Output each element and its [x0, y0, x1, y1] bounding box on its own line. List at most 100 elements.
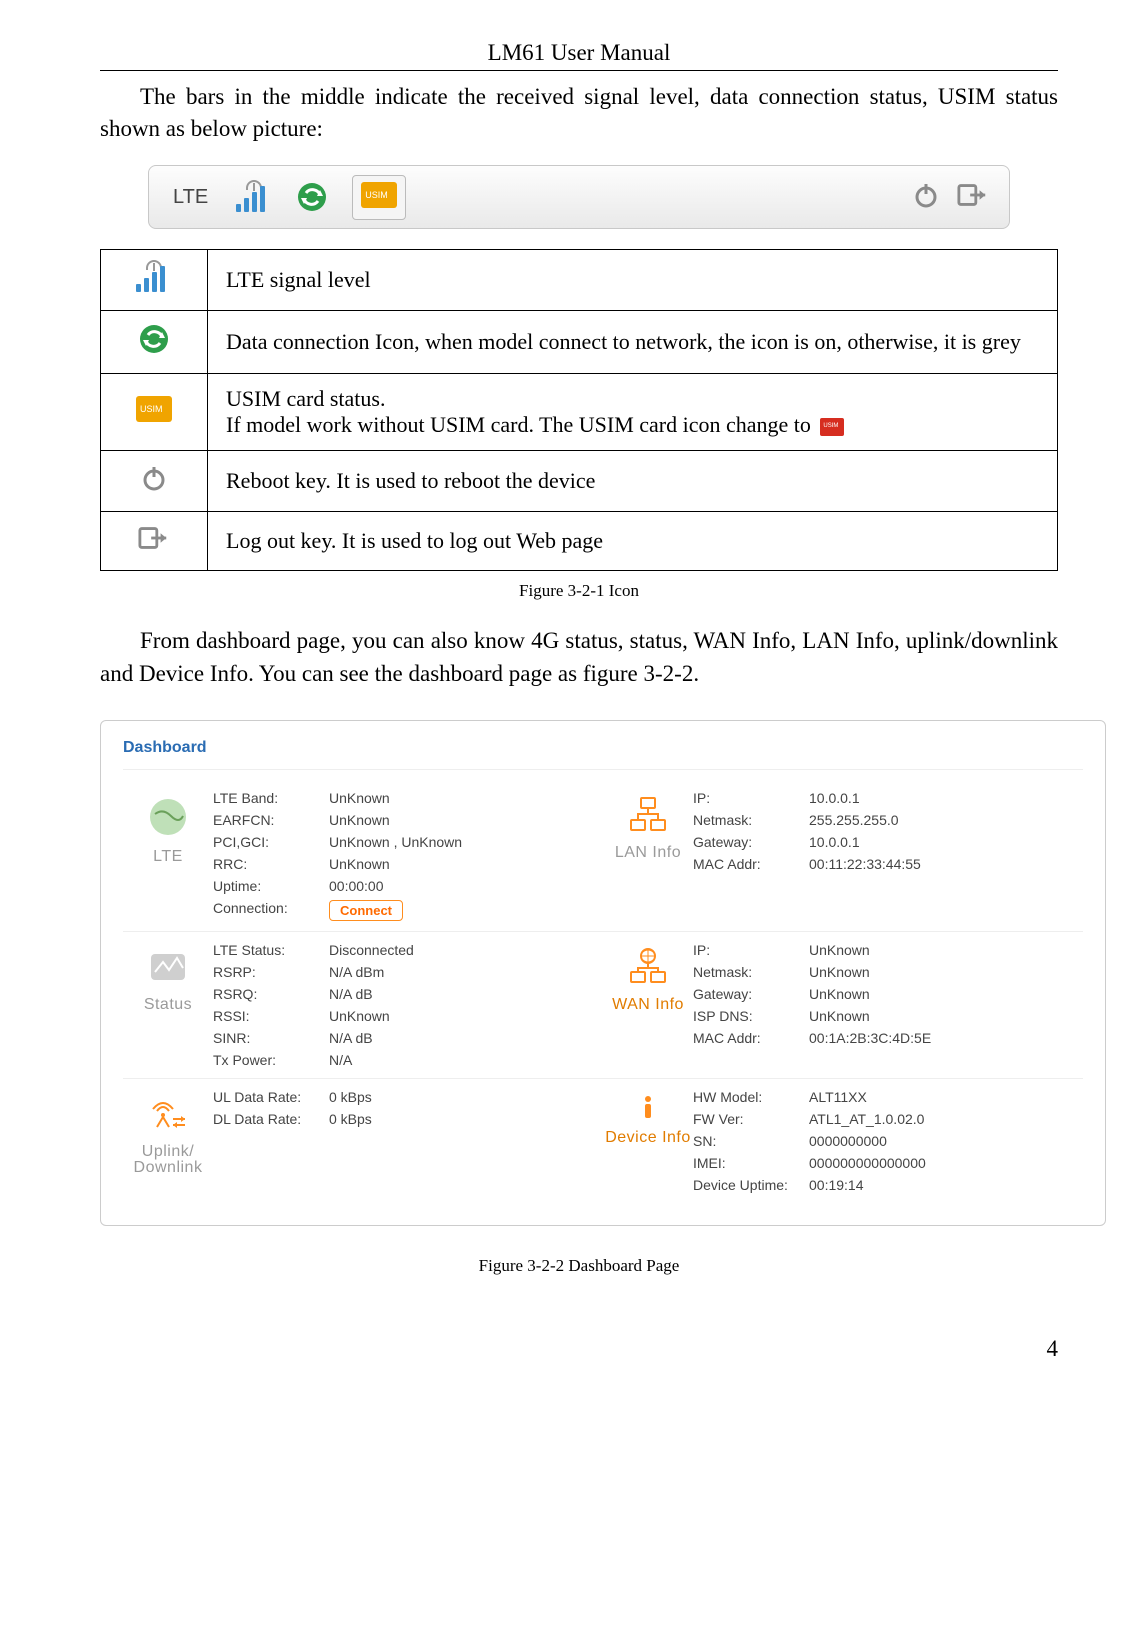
k: Connection:	[213, 900, 323, 921]
usim-desc-line2: If model work without USIM card. The USI…	[226, 412, 811, 437]
logout-icon[interactable]	[101, 512, 208, 571]
table-row: Log out key. It is used to log out Web p…	[101, 512, 1058, 571]
v: 10.0.0.1	[809, 790, 921, 806]
data-connection-icon	[296, 181, 328, 213]
v: 255.255.255.0	[809, 812, 921, 828]
k: IP:	[693, 790, 803, 806]
lan-icon	[627, 823, 669, 840]
k: Uptime:	[213, 878, 323, 894]
k: ISP DNS:	[693, 1008, 803, 1024]
v: UnKnown	[809, 1008, 931, 1024]
k: Device Uptime:	[693, 1177, 803, 1193]
k: RSRP:	[213, 964, 323, 980]
status-label: Status	[123, 996, 213, 1014]
v: N/A dB	[329, 986, 414, 1002]
v: 00:19:14	[809, 1177, 926, 1193]
k: FW Ver:	[693, 1111, 803, 1127]
connect-button[interactable]: Connect	[329, 900, 403, 921]
usim-icon	[361, 182, 397, 208]
k: PCI,GCI:	[213, 834, 323, 850]
status-icon	[147, 946, 189, 988]
v: ALT11XX	[809, 1089, 926, 1105]
v: UnKnown	[329, 790, 462, 806]
v: 0000000000	[809, 1133, 926, 1149]
figure-caption: Figure 3-2-2 Dashboard Page	[100, 1256, 1058, 1276]
k: IMEI:	[693, 1155, 803, 1171]
v: N/A dBm	[329, 964, 414, 980]
lte-label: LTE	[123, 848, 213, 866]
middle-text: From dashboard page, you can also know 4…	[100, 625, 1058, 689]
figure-caption: Figure 3-2-1 Icon	[100, 581, 1058, 601]
status-bar: LTE	[148, 165, 1010, 229]
reboot-icon[interactable]	[101, 451, 208, 512]
v: 00:11:22:33:44:55	[809, 856, 921, 872]
k: EARFCN:	[213, 812, 323, 828]
page-number: 4	[100, 1336, 1058, 1362]
wan-icon	[627, 975, 669, 992]
table-desc: Log out key. It is used to log out Web p…	[208, 512, 1058, 571]
k: HW Model:	[693, 1089, 803, 1105]
table-row: Reboot key. It is used to reboot the dev…	[101, 451, 1058, 512]
dashboard-title: Dashboard	[123, 739, 1083, 770]
doc-header: LM61 User Manual	[100, 40, 1058, 71]
k: Netmask:	[693, 812, 803, 828]
v: 0 kBps	[329, 1089, 372, 1105]
k: UL Data Rate:	[213, 1089, 323, 1105]
network-label: LTE	[169, 182, 212, 213]
lte-globe-icon	[145, 794, 191, 840]
usim-icon	[101, 374, 208, 451]
v: UnKnown , UnKnown	[329, 834, 462, 850]
v: 0 kBps	[329, 1111, 372, 1127]
table-desc: Reboot key. It is used to reboot the dev…	[208, 451, 1058, 512]
usim-red-icon	[820, 418, 844, 436]
k: Gateway:	[693, 834, 803, 850]
k: Gateway:	[693, 986, 803, 1002]
k: MAC Addr:	[693, 1030, 803, 1046]
v: Disconnected	[329, 942, 414, 958]
downlink-label: Downlink	[123, 1159, 213, 1177]
k: MAC Addr:	[693, 856, 803, 872]
dashboard-panel: Dashboard LTE LTE Band: UnKnown EARFCN: Un…	[100, 720, 1106, 1226]
v: UnKnown	[809, 986, 931, 1002]
k: IP:	[693, 942, 803, 958]
v: 00:1A:2B:3C:4D:5E	[809, 1030, 931, 1046]
k: DL Data Rate:	[213, 1111, 323, 1127]
v: UnKnown	[329, 812, 462, 828]
v: ATL1_AT_1.0.02.0	[809, 1111, 926, 1127]
v: N/A	[329, 1052, 414, 1068]
k: SINR:	[213, 1030, 323, 1046]
intro-text: The bars in the middle indicate the rece…	[100, 81, 1058, 145]
k: LTE Band:	[213, 790, 323, 806]
wan-label: WAN Info	[603, 996, 693, 1014]
data-connection-icon	[101, 311, 208, 374]
v: UnKnown	[809, 964, 931, 980]
v: 00:00:00	[329, 878, 462, 894]
info-icon	[634, 1108, 662, 1125]
k: RRC:	[213, 856, 323, 872]
signal-icon	[236, 182, 272, 212]
table-desc: Data connection Icon, when model connect…	[208, 311, 1058, 374]
logout-icon[interactable]	[957, 181, 989, 214]
icon-legend-table: LTE signal level Data connection Icon, w…	[100, 249, 1058, 571]
uplink-downlink-icon	[147, 1122, 189, 1139]
v: UnKnown	[329, 1008, 414, 1024]
k: RSRQ:	[213, 986, 323, 1002]
k: Netmask:	[693, 964, 803, 980]
v: N/A dB	[329, 1030, 414, 1046]
table-row: LTE signal level	[101, 250, 1058, 311]
signal-icon	[101, 250, 208, 311]
usim-desc-line1: USIM card status.	[226, 386, 385, 411]
reboot-icon[interactable]	[911, 180, 941, 215]
table-row: Data connection Icon, when model connect…	[101, 311, 1058, 374]
table-row: USIM card status. If model work without …	[101, 374, 1058, 451]
table-desc: LTE signal level	[208, 250, 1058, 311]
k: RSSI:	[213, 1008, 323, 1024]
device-info-label: Device Info	[603, 1129, 693, 1147]
k: SN:	[693, 1133, 803, 1149]
v: 10.0.0.1	[809, 834, 921, 850]
lan-label: LAN Info	[603, 844, 693, 862]
k: LTE Status:	[213, 942, 323, 958]
v: UnKnown	[329, 856, 462, 872]
k: Tx Power:	[213, 1052, 323, 1068]
v: UnKnown	[809, 942, 931, 958]
